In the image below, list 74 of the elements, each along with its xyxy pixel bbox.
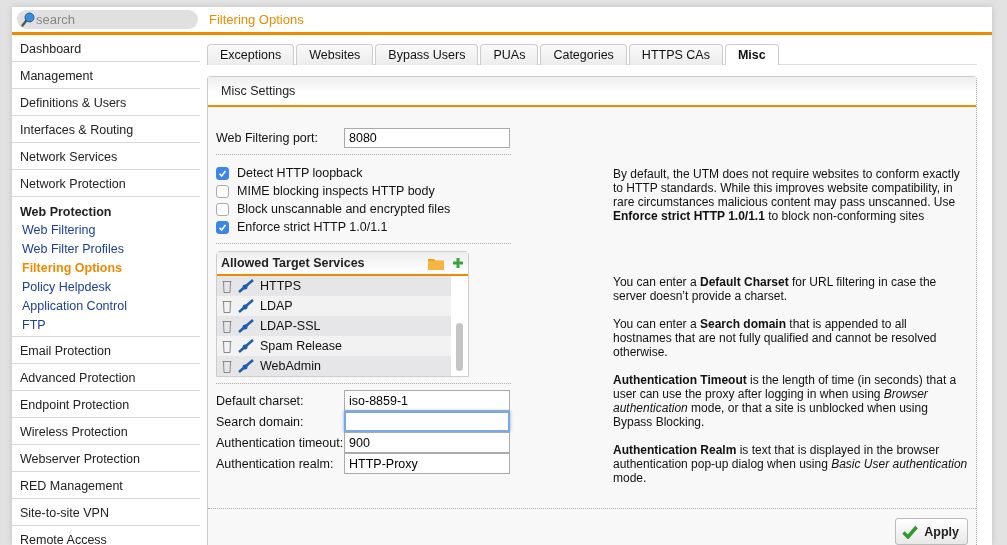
field-label: Authentication realm: [216, 456, 335, 471]
help-text: Authentication Realm is text that is displayed in the browser authentication pop-up dialog when using Basic User authentication mode. [613, 443, 968, 485]
tab[interactable]: Bypass Users [375, 44, 479, 65]
checkbox-label: Block unscannable and encrypted files [237, 202, 451, 216]
trash-icon[interactable] [222, 359, 232, 373]
text-field[interactable]: HTTP-Proxy [344, 453, 510, 474]
text-field[interactable] [344, 411, 510, 432]
sidebar-item[interactable]: Dashboard [12, 35, 200, 62]
field-label: Default charset: [216, 393, 305, 408]
sidebar-item[interactable]: Management [12, 62, 200, 89]
sidebar-subitem[interactable]: Web Filter Profiles [12, 239, 200, 258]
page-title: Filtering Options [209, 12, 304, 27]
sidebar-item[interactable]: Interfaces & Routing [12, 116, 200, 143]
sidebar-subitem[interactable]: Policy Helpdesk [12, 277, 200, 296]
help-text: Authentication Timeout is the length of time (in seconds) that a user can use the proxy after logging in when using Browser authentication mode, or that a site is unblocked when using Bypass Blocking. [613, 373, 958, 429]
sidebar-item[interactable]: Wireless Protection [12, 418, 200, 445]
panel-title: Misc Settings [208, 77, 976, 107]
sidebar-item[interactable]: RED Management [12, 472, 200, 499]
tab[interactable]: PUAs [480, 44, 539, 65]
trash-icon[interactable] [222, 299, 232, 313]
sidebar-item[interactable]: Advanced Protection [12, 364, 200, 391]
help-text: You can enter a Default Charset for URL filtering in case the server doesn’t provide a charset. [613, 275, 938, 303]
checkbox[interactable] [216, 220, 229, 234]
checkbox[interactable] [216, 184, 229, 198]
field-label: Search domain: [216, 414, 305, 429]
text-field[interactable]: iso-8859-1 [344, 390, 510, 411]
checkbox-label: MIME blocking inspects HTTP body [237, 184, 435, 198]
sidebar-subitem[interactable]: FTP [12, 315, 200, 334]
sidebar-item[interactable]: Network Services [12, 143, 200, 170]
text-field[interactable]: 900 [344, 432, 510, 453]
sidebar-item[interactable]: Definitions & Users [12, 89, 200, 116]
cable-icon [238, 319, 254, 333]
sidebar-item[interactable]: Endpoint Protection [12, 391, 200, 418]
checkmark-icon [902, 524, 919, 539]
checkbox[interactable] [216, 202, 229, 216]
sidebar-item[interactable]: Remote Access [12, 526, 200, 545]
cable-icon [238, 299, 254, 313]
search-field[interactable]: search [17, 10, 198, 29]
tab[interactable]: Misc [724, 44, 779, 65]
trash-icon[interactable] [222, 319, 232, 333]
sidebar-subitem[interactable]: Web Filtering [12, 220, 200, 239]
plus-icon[interactable] [452, 257, 464, 269]
tab[interactable]: HTTPS CAs [628, 44, 723, 65]
checkbox-label: Detect HTTP loopback [237, 166, 363, 180]
scrollbar-thumb[interactable] [456, 323, 464, 371]
port-field[interactable]: 8080 [344, 127, 510, 148]
field-label: Authentication timeout: [216, 435, 344, 450]
search-icon [21, 12, 35, 27]
tab[interactable]: Websites [296, 44, 374, 65]
checkbox[interactable] [216, 166, 229, 180]
service-name: Spam Release [260, 339, 342, 353]
sidebar-section[interactable]: Web Protection [12, 197, 200, 220]
sidebar-item[interactable]: Email Protection [12, 337, 200, 364]
field-label: Web Filtering port: [216, 130, 319, 145]
sidebar-subitem[interactable]: Application Control [12, 296, 200, 315]
sidebar-item[interactable]: Webserver Protection [12, 445, 200, 472]
sidebar-item[interactable]: Site-to-site VPN [12, 499, 200, 526]
service-name: HTTPS [260, 279, 301, 293]
apply-button[interactable]: Apply [895, 518, 968, 545]
trash-icon[interactable] [222, 279, 232, 293]
folder-icon[interactable] [428, 256, 444, 270]
service-name: LDAP [260, 299, 293, 313]
trash-icon[interactable] [222, 339, 232, 353]
cable-icon [238, 339, 254, 353]
cable-icon [238, 279, 254, 293]
checkbox-label: Enforce strict HTTP 1.0/1.1 [237, 220, 388, 234]
service-name: WebAdmin [260, 359, 321, 373]
service-name: LDAP-SSL [260, 319, 321, 333]
tab[interactable]: Categories [540, 44, 627, 65]
help-text: By default, the UTM does not require websites to conform exactly to HTTP standards. While this improves website compatibility, in rare circumstances malicious content may pass unscanned. Use Enforce strict HTTP 1.0/1.1 to block non-conforming sites [613, 167, 961, 223]
help-text: You can enter a Search domain that is appended to all hostnames that are not fully qualified and cannot be resolved otherwise. [613, 317, 938, 359]
list-title: Allowed Target Services [221, 256, 366, 270]
tab[interactable]: Exceptions [207, 44, 295, 65]
cable-icon [238, 359, 254, 373]
